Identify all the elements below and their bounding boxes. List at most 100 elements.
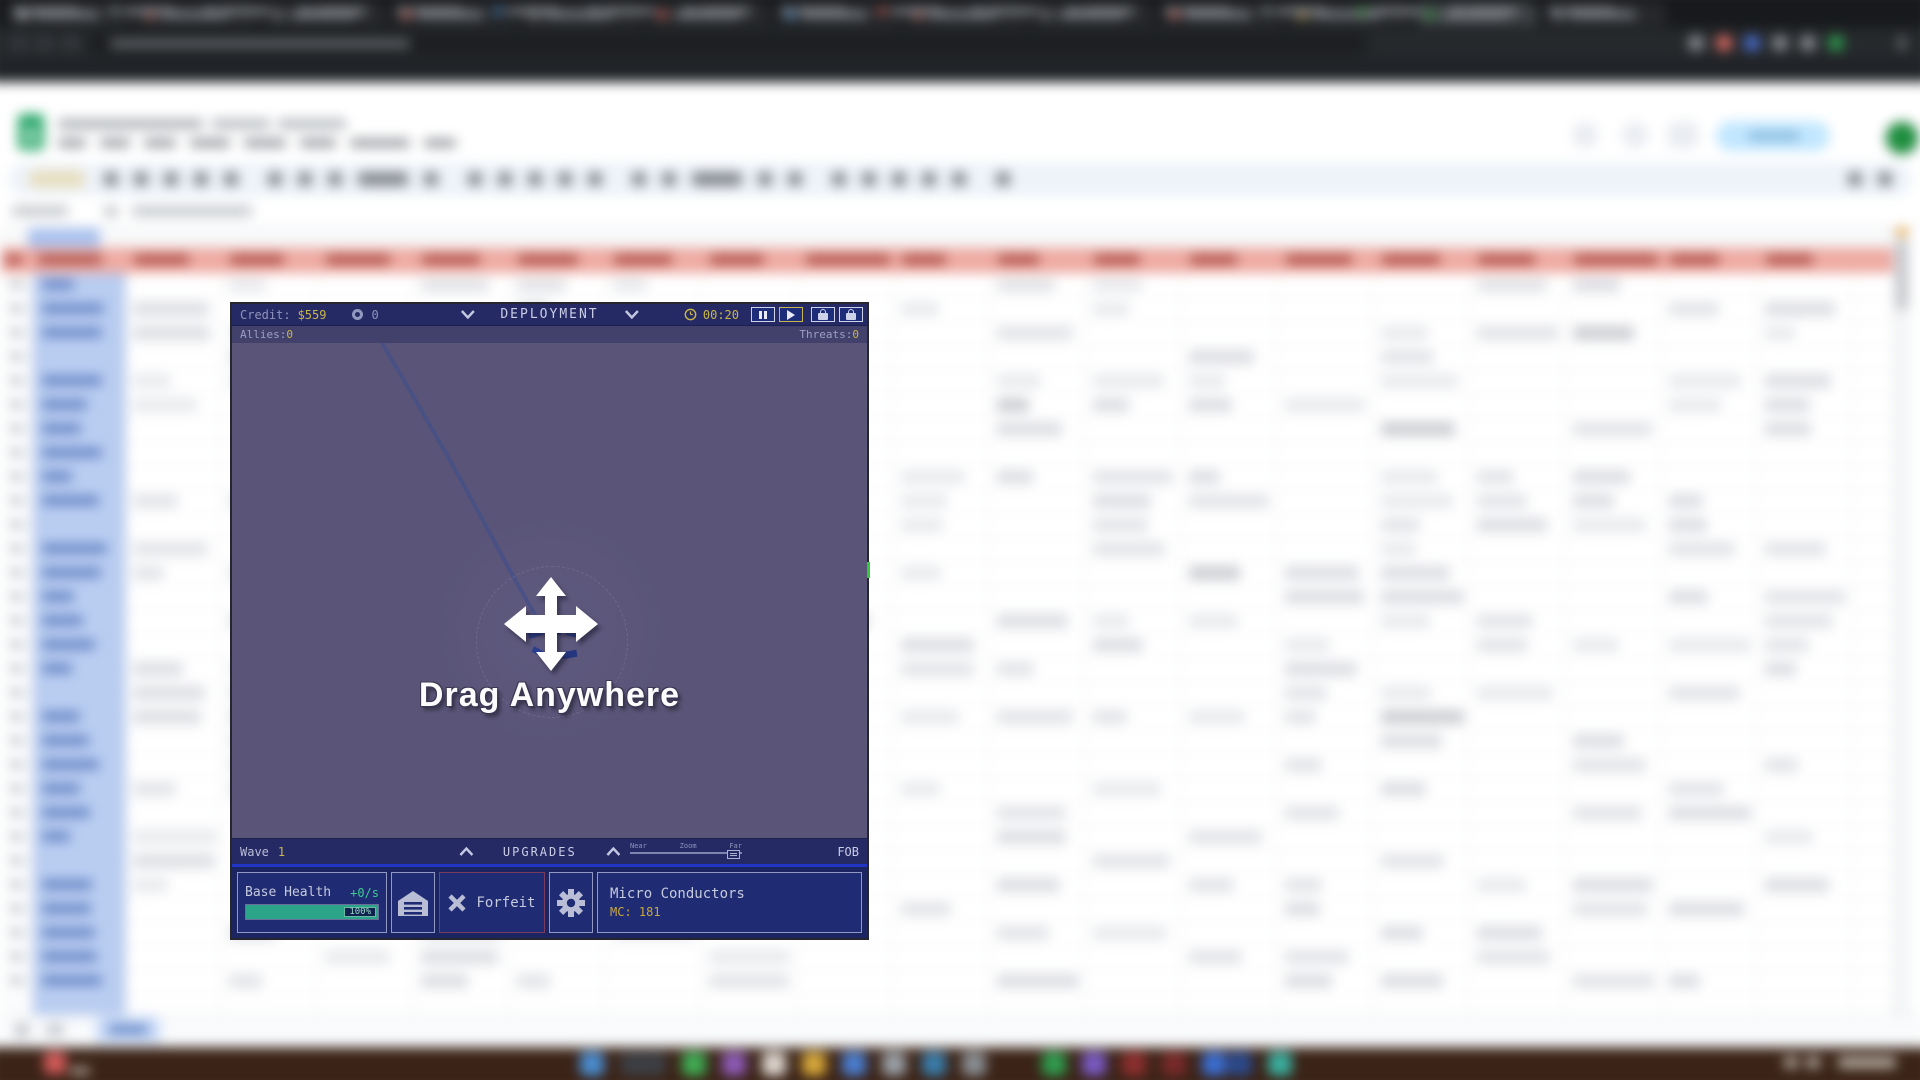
toolbar-icon[interactable] [832,172,846,186]
forfeit-button[interactable]: Forfeit [439,872,545,933]
sheets-logo[interactable] [18,114,44,150]
upgrades-toggle[interactable]: UPGRADES [503,845,577,859]
taskbar-app-icon[interactable] [962,1052,986,1076]
comments-icon[interactable] [1622,122,1648,148]
toolbar-icon[interactable] [1848,172,1862,186]
toolbar-icon[interactable] [922,172,936,186]
zoom-slider[interactable]: Near Zoom Far [630,842,742,861]
extension-icon[interactable] [1800,35,1816,51]
play-button[interactable] [779,307,803,322]
toolbar-icon[interactable] [224,172,238,186]
chevron-down-icon[interactable] [460,310,474,319]
toolbar-icon[interactable] [788,172,802,186]
bookmark-item[interactable] [1358,6,1438,16]
history-icon[interactable] [1572,122,1598,148]
add-sheet-icon[interactable] [14,1022,30,1038]
meet-icon[interactable] [1668,122,1698,148]
mode-selector[interactable]: DEPLOYMENT [500,307,598,322]
taskbar-app-icon[interactable] [762,1052,786,1076]
toolbar-icon[interactable] [662,172,676,186]
taskbar-app-icon[interactable] [922,1052,946,1076]
menu-item[interactable] [144,139,176,147]
cell-reference-box[interactable] [12,206,68,216]
bookmark-item[interactable] [110,6,190,16]
taskbar-app-icon[interactable] [1268,1052,1292,1076]
scrollbar-thumb[interactable] [1896,240,1908,310]
toolbar-icon[interactable] [134,172,148,186]
toolbar-icon[interactable] [1878,172,1892,186]
lock-button[interactable] [811,307,835,322]
extension-icon[interactable] [1828,35,1844,51]
taskbar-app-icon[interactable] [1042,1052,1066,1076]
bookmark-item[interactable] [398,6,478,16]
account-avatar[interactable] [1884,120,1920,156]
menu-item[interactable] [190,139,230,147]
vertical-scrollbar[interactable] [1893,228,1910,1015]
toolbar-icon[interactable] [358,172,408,186]
extension-icon[interactable] [1744,35,1760,51]
nav-back-icon[interactable] [10,34,28,52]
nav-forward-icon[interactable] [36,34,54,52]
toolbar-icon[interactable] [862,172,876,186]
chevron-up-icon[interactable] [459,847,473,856]
toolbar-icon[interactable] [328,172,342,186]
bookmark-item[interactable] [494,6,574,16]
toolbar-icon[interactable] [892,172,906,186]
bookmark-item[interactable] [878,6,958,16]
doc-title-text[interactable] [58,119,203,129]
formula-content[interactable] [132,206,252,216]
taskbar-app-icon[interactable] [620,1052,666,1076]
bookmark-item[interactable] [974,6,1054,16]
menu-item[interactable] [244,139,286,147]
zoom-slider-handle[interactable] [727,850,740,859]
menu-item[interactable] [350,139,410,147]
taskbar-app-icon[interactable] [1162,1052,1186,1076]
toolbar-icon[interactable] [468,172,482,186]
toolbar-icon[interactable] [952,172,966,186]
bookmark-item[interactable] [1262,6,1342,16]
bookmark-item[interactable] [1454,6,1534,16]
taskbar-app-icon[interactable] [1228,1052,1252,1076]
taskbar-app-icon[interactable] [1082,1052,1106,1076]
toolbar-icon[interactable] [632,172,646,186]
taskbar-app-icon[interactable] [882,1052,906,1076]
bookmark-item[interactable] [1166,6,1246,16]
game-viewport[interactable]: Drag Anywhere [232,343,867,838]
bookmark-item[interactable] [14,6,94,16]
taskbar-app-icon[interactable] [842,1052,866,1076]
toolbar-icon[interactable] [298,172,312,186]
bookmark-item[interactable] [302,6,382,16]
toolbar-icon[interactable] [268,172,282,186]
selected-column-header[interactable] [28,228,100,248]
toolbar-icon[interactable] [588,172,602,186]
toolbar-icon[interactable] [692,172,742,186]
bookmark-item[interactable] [1550,6,1630,16]
settings-button[interactable] [549,872,593,933]
taskbar-app-icon[interactable] [722,1052,746,1076]
toolbar-icon[interactable] [558,172,572,186]
bookmark-item[interactable] [782,6,862,16]
tray-icon[interactable] [1806,1057,1820,1068]
taskbar-app-icon[interactable] [580,1052,604,1076]
chevron-up-icon[interactable] [607,847,621,856]
toolbar-icon[interactable] [996,172,1010,186]
zoom-select[interactable] [28,170,86,188]
menu-item[interactable] [58,139,86,147]
taskbar-app-icon[interactable] [1122,1052,1146,1076]
extension-icon[interactable] [1688,35,1704,51]
toolbar-icon[interactable] [498,172,512,186]
toolbar-icon[interactable] [194,172,208,186]
bookmark-item[interactable] [686,6,766,16]
bookmark-item[interactable] [206,6,286,16]
all-sheets-icon[interactable] [46,1024,64,1036]
toolbar-icon[interactable] [424,172,438,186]
lock-button[interactable] [839,307,863,322]
extension-icon[interactable] [1716,35,1732,51]
toolbar-icon[interactable] [528,172,542,186]
menu-item[interactable] [100,139,130,147]
bookmark-item[interactable] [1070,6,1150,16]
taskbar-app-icon[interactable] [1202,1052,1226,1076]
taskbar-app-icon[interactable] [802,1052,826,1076]
pause-button[interactable] [751,307,775,322]
tray-icon[interactable] [1784,1057,1798,1068]
